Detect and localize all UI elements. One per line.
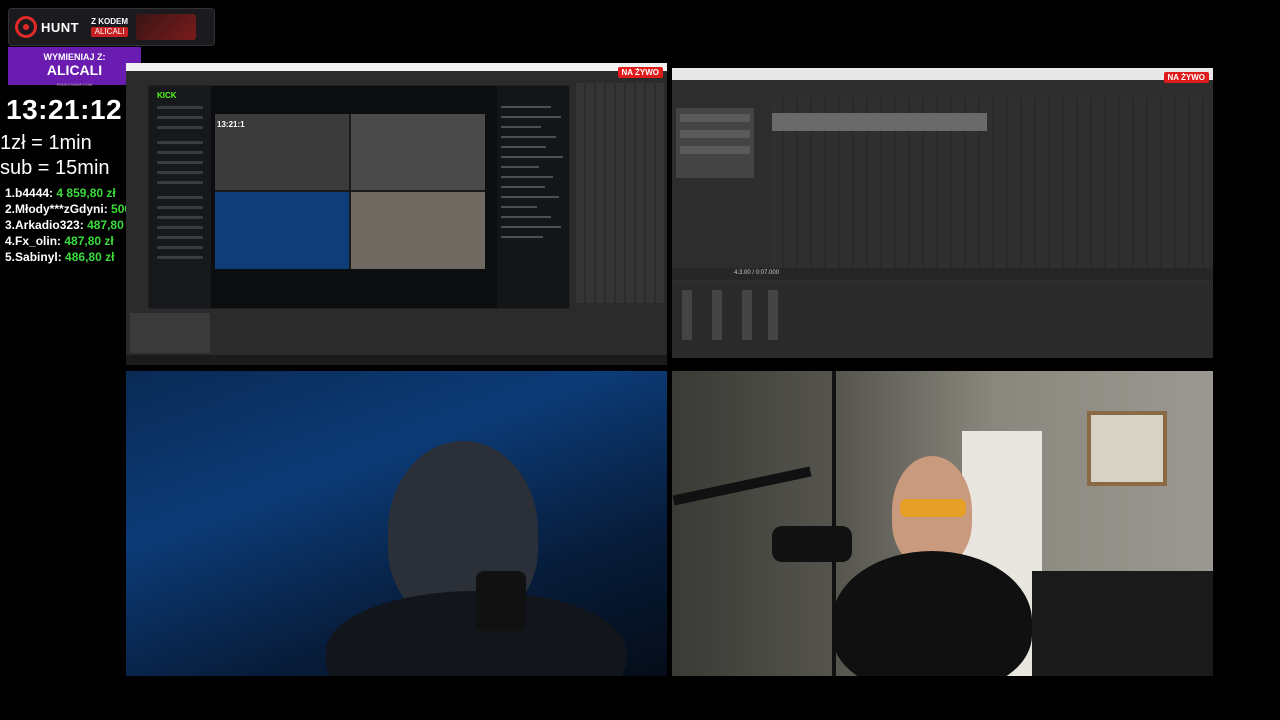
promo-code-label: Z KODEM	[91, 17, 128, 26]
promo-code-box: Z KODEM ALICALI	[91, 17, 128, 37]
mic-arm	[672, 466, 812, 506]
exchange-promo: WYMIENIAJ Z: ALICALI	[8, 47, 141, 85]
rate-per-sub: sub = 15min	[0, 157, 110, 179]
track-header[interactable]	[680, 114, 750, 122]
wall-picture	[1087, 411, 1167, 486]
sidebar-item[interactable]	[157, 196, 203, 199]
promo-site: PIRATESWAP.COM	[56, 82, 93, 87]
mixer-fader[interactable]	[742, 290, 752, 340]
sidebar-item[interactable]	[157, 246, 203, 249]
sidebar-item[interactable]	[157, 216, 203, 219]
sponsor-banner: HUNT Z KODEM ALICALI	[8, 8, 215, 46]
sidebar-item[interactable]	[157, 161, 203, 164]
sidebar-item[interactable]	[157, 126, 203, 129]
kick-browser-window: KICK 13:21:1	[148, 85, 570, 309]
audio-clip[interactable]	[772, 113, 987, 131]
track-header[interactable]	[680, 130, 750, 138]
windows-taskbar	[126, 355, 667, 365]
daw-mixer	[672, 282, 1213, 358]
kick-chat	[497, 86, 569, 308]
sidebar-item[interactable]	[157, 141, 203, 144]
daw-menubar	[672, 68, 1213, 80]
track-header[interactable]	[680, 146, 750, 154]
kick-nested-timer: 13:21:1	[217, 120, 245, 129]
mixer-fader[interactable]	[682, 290, 692, 340]
microphone	[476, 571, 526, 631]
rate-per-zl: 1zł = 1min	[0, 132, 92, 154]
mixer-fader[interactable]	[768, 290, 778, 340]
sidebar-item[interactable]	[157, 236, 203, 239]
window-titlebar	[126, 63, 667, 71]
video-quadrant	[351, 114, 485, 190]
microphone	[772, 526, 852, 562]
sidebar-item[interactable]	[157, 226, 203, 229]
screen-share-right: 4.3.00 / 0:07.000 NA ŻYWO	[672, 68, 1213, 358]
subathon-timer: 13:21:12	[6, 94, 123, 125]
promo-line1: WYMIENIAJ Z:	[43, 52, 106, 62]
sidebar-item[interactable]	[157, 116, 203, 119]
webcam-right	[672, 371, 1213, 676]
sidebar-item[interactable]	[157, 151, 203, 154]
webcam-left	[126, 371, 667, 676]
sidebar-item[interactable]	[157, 106, 203, 109]
daw-timecode: 4.3.00 / 0:07.000	[734, 270, 780, 276]
crossbow-image	[136, 14, 196, 40]
video-quadrant	[351, 192, 485, 269]
live-badge: NA ŻYWO	[617, 67, 663, 78]
mixer-panel	[130, 313, 210, 353]
video-quadrant	[215, 192, 349, 269]
daw-background	[576, 83, 664, 303]
sidebar-item[interactable]	[157, 256, 203, 259]
kick-logo: KICK	[157, 91, 177, 100]
sofa	[1032, 571, 1213, 676]
sponsor-brand: HUNT	[41, 19, 80, 35]
sidebar-item[interactable]	[157, 181, 203, 184]
sidebar-item[interactable]	[157, 206, 203, 209]
promo-code-value: ALICALI	[91, 27, 128, 37]
sunglasses	[900, 499, 966, 517]
sidebar-item[interactable]	[157, 171, 203, 174]
daw-track-list	[676, 108, 754, 178]
promo-line2: ALICALI	[46, 62, 103, 78]
live-badge: NA ŻYWO	[1163, 72, 1209, 83]
hunt-logo-icon	[15, 16, 37, 38]
kick-sidebar: KICK	[149, 86, 211, 308]
screen-share-left: KICK 13:21:1 NA ŻYWO	[126, 63, 667, 365]
mixer-fader[interactable]	[712, 290, 722, 340]
kick-video-player[interactable]	[215, 114, 485, 269]
